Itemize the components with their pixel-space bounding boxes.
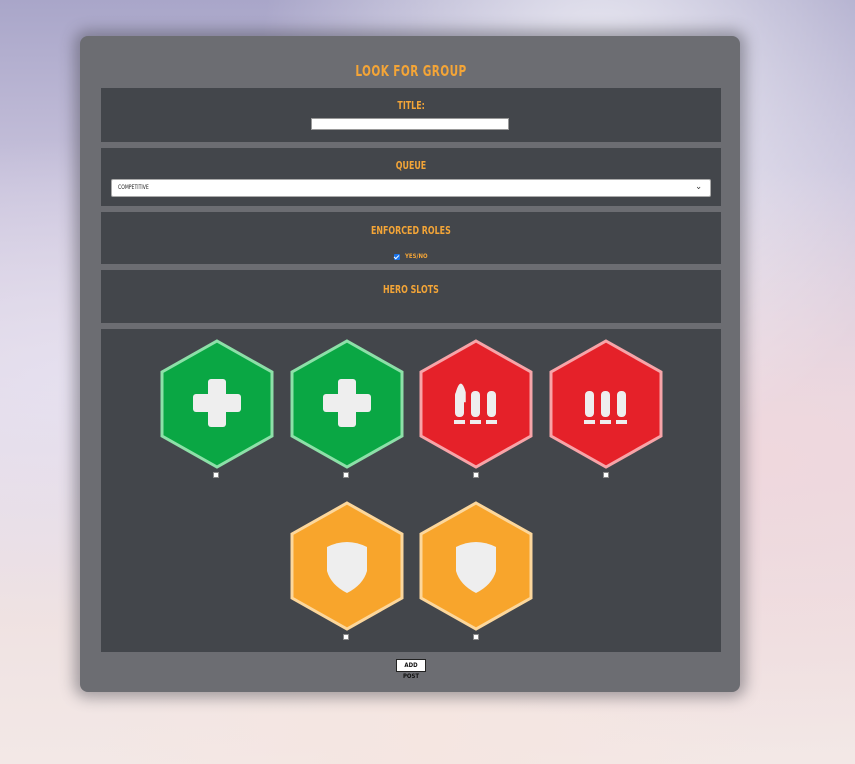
hero-slot-damage-1-checkbox[interactable] bbox=[473, 472, 479, 478]
queue-selected-value: Competitive bbox=[118, 184, 149, 191]
hero-slot-damage-2-checkbox[interactable] bbox=[603, 472, 609, 478]
hero-slot-support-2[interactable] bbox=[289, 339, 405, 469]
queue-section: Queue Competitive ⌄ bbox=[101, 148, 721, 206]
hero-slots-label: Hero Slots bbox=[383, 283, 439, 296]
roles-section: Enforced Roles Yes/No bbox=[101, 212, 721, 264]
hero-slots-section: Hero Slots bbox=[101, 270, 721, 323]
title-label: Title: bbox=[397, 99, 425, 112]
hero-slot-tank-2[interactable] bbox=[418, 501, 534, 631]
chevron-down-icon: ⌄ bbox=[695, 182, 702, 192]
queue-label: Queue bbox=[395, 159, 427, 172]
hero-slot-tank-1[interactable] bbox=[289, 501, 405, 631]
hero-slot-support-1-checkbox[interactable] bbox=[213, 472, 219, 478]
roles-checkbox-label: Yes/No bbox=[405, 253, 428, 260]
roles-label: Enforced Roles bbox=[371, 224, 451, 237]
hero-slot-tank-2-checkbox[interactable] bbox=[473, 634, 479, 640]
hero-slot-support-1[interactable] bbox=[159, 339, 275, 469]
hero-slot-damage-2[interactable] bbox=[548, 339, 664, 469]
roles-toggle[interactable]: Yes/No bbox=[101, 246, 721, 260]
roles-checkbox[interactable] bbox=[394, 253, 401, 260]
hero-slot-damage-1[interactable] bbox=[418, 339, 534, 469]
queue-select[interactable]: Competitive ⌄ bbox=[111, 179, 711, 197]
title-input[interactable] bbox=[311, 118, 509, 130]
hero-slot-tank-1-checkbox[interactable] bbox=[343, 634, 349, 640]
hero-slot-support-2-checkbox[interactable] bbox=[343, 472, 349, 478]
page-title: Look For Group bbox=[355, 62, 467, 80]
title-section: Title: bbox=[101, 88, 721, 142]
add-post-button[interactable]: Add Post bbox=[396, 659, 426, 680]
